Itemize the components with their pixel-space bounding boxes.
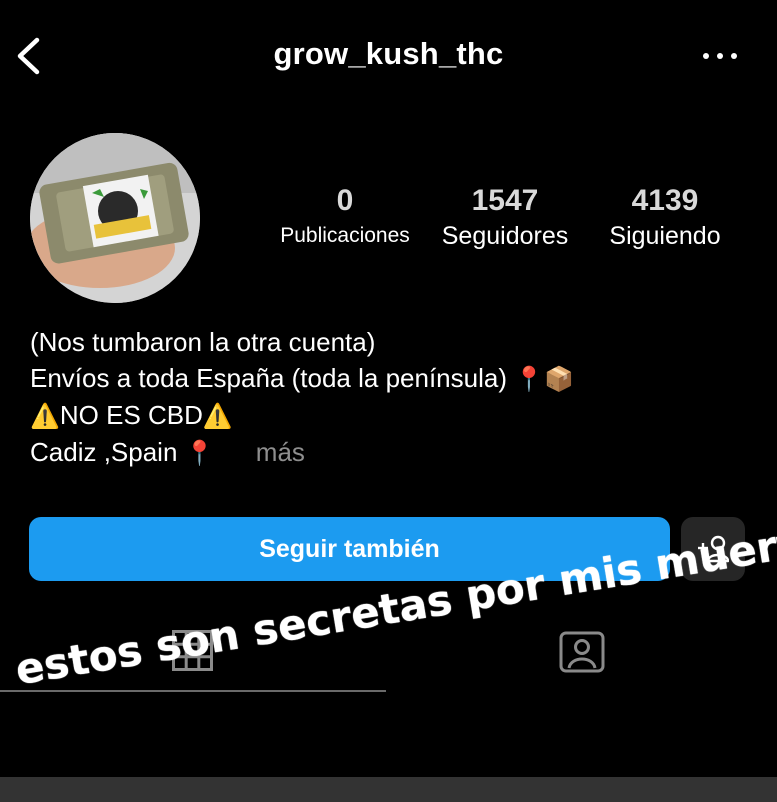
bio-line-2: Envíos a toda España (toda la península)… (30, 360, 574, 397)
bio-location-text: Cadiz ,Spain (30, 437, 178, 467)
bio-line-1: (Nos tumbaron la otra cuenta) (30, 327, 376, 357)
bio-line-4: Cadiz ,Spain 📍 más (30, 434, 574, 471)
warning-emoji: ⚠️ (202, 402, 233, 430)
following-stat[interactable]: 4139 Siguiendo (595, 183, 735, 253)
warning-emoji: ⚠️ (30, 402, 60, 430)
pin-and-package-emoji: 📍📦 (514, 365, 574, 393)
posts-label: Publicaciones (280, 224, 410, 247)
top-navigation-bar: grow_kush_thc (0, 0, 777, 110)
bio-line-3: ⚠️NO ES CBD⚠️ (30, 397, 574, 434)
bottom-bar (0, 777, 777, 802)
avatar-photo (30, 133, 200, 303)
more-options-icon[interactable] (703, 50, 737, 62)
profile-avatar[interactable] (30, 133, 200, 303)
tagged-person-icon (559, 631, 605, 673)
posts-count: 0 (336, 184, 354, 217)
following-label: Siguiendo (609, 222, 721, 250)
bio-line-2-text: Envíos a toda España (toda la península) (30, 363, 507, 393)
following-count: 4139 (631, 184, 699, 217)
posts-stat[interactable]: 0 Publicaciones (270, 183, 420, 253)
bio-line-3-text: NO ES CBD (59, 400, 203, 430)
followers-stat[interactable]: 1547 Seguidores (430, 183, 580, 253)
bio-more-link[interactable]: más (256, 437, 305, 467)
profile-bio: (Nos tumbaron la otra cuenta) Envíos a t… (30, 324, 574, 471)
tab-tagged[interactable] (559, 629, 605, 678)
followers-label: Seguidores (441, 222, 569, 250)
followers-count: 1547 (471, 184, 539, 217)
profile-username: grow_kush_thc (273, 36, 504, 71)
pin-emoji: 📍 (184, 439, 215, 467)
active-tab-indicator (0, 690, 386, 692)
